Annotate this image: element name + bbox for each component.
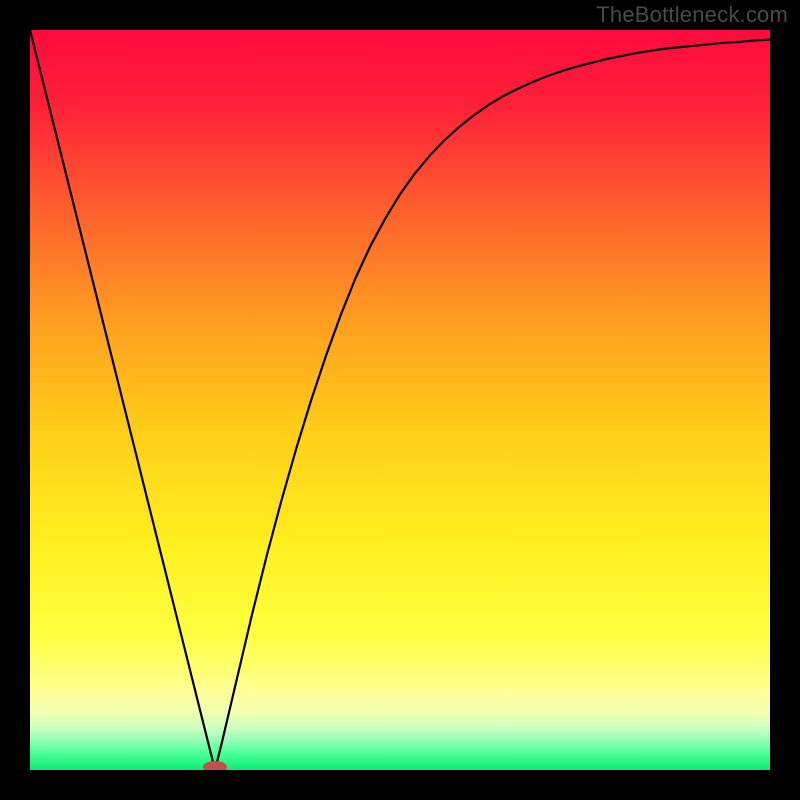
bottleneck-curve-chart	[30, 30, 770, 770]
chart-container: TheBottleneck.com	[0, 0, 800, 800]
watermark-text: TheBottleneck.com	[596, 2, 788, 28]
gradient-background	[30, 30, 770, 770]
